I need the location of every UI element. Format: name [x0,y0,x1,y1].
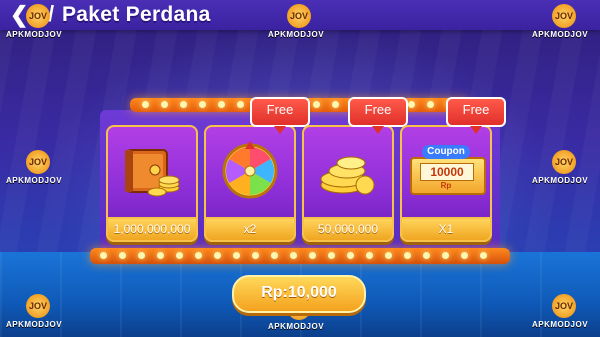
free-badge: Free [348,97,408,134]
lucky-wheel-icon [206,127,294,215]
offer-card-lucky-wheel[interactable]: Free x2 [204,97,310,242]
watermark-text: APKMODJOV [268,30,325,39]
watermark-text: APKMODJOV [6,320,63,329]
offer-card-label: 1,000,000,000 [106,217,198,242]
watermark-text: APKMODJOV [6,30,63,39]
watermark-badge: JOV [552,150,576,174]
coupon-value: 10000 [420,163,474,181]
coupon-title: Coupon [422,145,470,159]
free-badge: Free [446,97,506,134]
watermark-text: APKMODJOV [268,322,325,331]
stage-lights-bottom [100,252,487,259]
page-title: Paket Perdana [62,3,211,26]
coupon-icon: Coupon 10000 Rp [402,127,490,215]
offer-card-label: x2 [204,217,296,242]
watermark-text: APKMODJOV [532,176,589,185]
offer-card-label: 50,000,000 [302,217,394,242]
offer-card-coupon[interactable]: Free Coupon 10000 Rp X1 [400,97,506,242]
watermark-badge: JOV [287,4,311,28]
watermark-text: APKMODJOV [532,320,589,329]
watermark-badge: JOV [552,4,576,28]
watermark-badge: JOV [26,150,50,174]
watermark-badge: JOV [26,294,50,318]
offer-card-gold-coins[interactable]: Free 50,000,000 [302,97,408,242]
buy-price-button[interactable]: Rp:10,000 [232,275,366,313]
offer-card-label: X1 [400,217,492,242]
gold-coins-icon [304,127,392,215]
coupon-unit: Rp [440,181,452,190]
watermark-text: APKMODJOV [532,30,589,39]
watermark-badge: JOV [26,4,50,28]
treasure-safe-icon [108,127,196,215]
watermark-text: APKMODJOV [6,176,63,185]
watermark-badge: JOV [552,294,576,318]
offer-card-coins-safe[interactable]: 1,000,000,000 [106,125,198,242]
free-badge: Free [250,97,310,134]
